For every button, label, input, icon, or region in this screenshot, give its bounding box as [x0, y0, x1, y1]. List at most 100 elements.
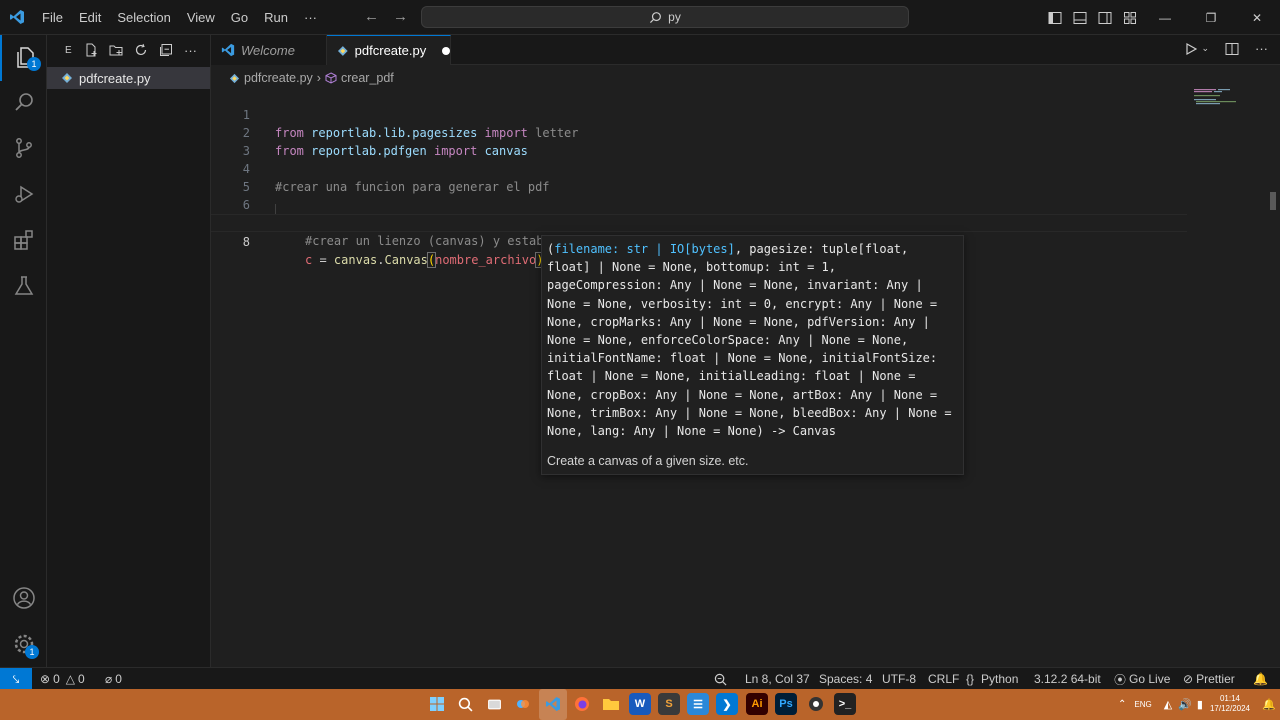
forward-arrow-icon[interactable]: →: [393, 8, 408, 25]
manage-activity[interactable]: 1: [0, 621, 47, 667]
unsaved-dot-icon[interactable]: [442, 46, 450, 55]
menu-go[interactable]: Go: [223, 10, 256, 25]
terminal-icon[interactable]: >_: [834, 693, 856, 715]
code-line-5[interactable]: 5: [211, 160, 1187, 194]
vscode-taskbar-icon[interactable]: [542, 693, 564, 715]
clock-time: 01:14: [1219, 694, 1241, 703]
breadcrumb-symbol[interactable]: crear_pdf: [341, 71, 394, 85]
menu-selection[interactable]: Selection: [109, 10, 178, 25]
file-item-pdfcreate[interactable]: pdfcreate.py: [47, 67, 210, 89]
source-control-icon: [15, 138, 32, 158]
file-item-label: pdfcreate.py: [79, 70, 151, 86]
code-line-4[interactable]: 4 #crear una funcion para generar el pdf: [211, 142, 1187, 194]
breadcrumb: pdfcreate.py › crear_pdf: [211, 67, 394, 89]
tab-pdfcreate[interactable]: pdfcreate.py: [327, 35, 451, 65]
toggle-panel-icon[interactable]: [1067, 0, 1092, 35]
error-count: 0: [53, 672, 60, 686]
toggle-secondary-sidebar-icon[interactable]: [1092, 0, 1117, 35]
accounts-activity[interactable]: [0, 575, 47, 621]
sublime-icon[interactable]: S: [658, 693, 680, 715]
run-icon[interactable]: [1185, 42, 1198, 55]
command-center-search[interactable]: py: [421, 6, 909, 28]
menu-view[interactable]: View: [179, 10, 223, 25]
code-line-2[interactable]: 2 from reportlab.pdfgen import canvas: [211, 106, 1187, 158]
chevron-down-icon[interactable]: ⌄: [1201, 43, 1209, 54]
more-actions-icon[interactable]: ···: [184, 43, 197, 58]
go-live-button[interactable]: ⦿ Go Live: [1114, 668, 1170, 690]
zoom-icon[interactable]: [714, 668, 727, 690]
scrollbar-indicator[interactable]: [1270, 192, 1276, 210]
back-arrow-icon[interactable]: ←: [364, 8, 379, 25]
clock[interactable]: 01:14 17/12/2024: [1204, 694, 1256, 714]
signature-doc: Create a canvas of a given size. etc.: [547, 454, 749, 468]
notification-bell-icon[interactable]: 🔔: [1262, 689, 1276, 720]
code-line-8[interactable]: 8 c = canvas.Canvas(nombre_archivo): [211, 214, 1187, 268]
firefox-icon[interactable]: [571, 693, 593, 715]
volume-icon[interactable]: 🔊: [1178, 698, 1192, 711]
language-status[interactable]: {} Python: [966, 668, 1018, 690]
tab-pdfcreate-label: pdfcreate.py: [354, 43, 427, 58]
tab-welcome[interactable]: Welcome: [211, 35, 327, 65]
indentation-status[interactable]: Spaces: 4: [819, 668, 872, 690]
prettier-status[interactable]: ⊘ Prettier: [1183, 668, 1235, 690]
keyboard-language[interactable]: ENG: [1134, 700, 1151, 709]
wifi-icon[interactable]: ◭: [1164, 698, 1172, 711]
ports-status[interactable]: ⌀ 0: [105, 668, 122, 690]
menu-edit[interactable]: Edit: [71, 10, 109, 25]
chevron-up-icon[interactable]: ⌃: [1118, 699, 1126, 710]
close-icon[interactable]: ✕: [1234, 0, 1280, 35]
vscode-logo-icon: [0, 0, 34, 35]
minimize-icon[interactable]: —: [1142, 0, 1188, 35]
problems-status[interactable]: ⊗ 0 △ 0: [40, 668, 85, 690]
word-icon[interactable]: W: [629, 693, 651, 715]
notifications-bell-icon[interactable]: 🔔: [1253, 668, 1268, 690]
chrome-icon[interactable]: [805, 693, 827, 715]
split-editor-icon[interactable]: [1225, 42, 1239, 56]
cursor-position[interactable]: Ln 8, Col 37: [745, 668, 810, 690]
search-activity[interactable]: [0, 79, 47, 125]
menu-run[interactable]: Run: [256, 10, 296, 25]
more-actions-icon[interactable]: ···: [1255, 41, 1268, 56]
module-ref: canvas: [333, 253, 378, 267]
menu-file[interactable]: File: [34, 10, 71, 25]
windows-start-icon[interactable]: [426, 693, 448, 715]
eol-status[interactable]: CRLF: [928, 668, 959, 690]
code-line-3[interactable]: 3: [211, 124, 1187, 158]
illustrator-icon[interactable]: Ai: [746, 693, 768, 715]
collapse-all-icon[interactable]: [159, 43, 173, 57]
widgets-icon[interactable]: [512, 693, 534, 715]
vscode-icon: [221, 43, 235, 57]
interpreter-status[interactable]: 3.12.2 64-bit: [1034, 668, 1101, 690]
code-line-1[interactable]: 1 from reportlab.lib.pagesizes import le…: [211, 88, 1187, 140]
battery-icon[interactable]: ▮: [1197, 698, 1203, 711]
new-folder-icon[interactable]: [109, 43, 123, 57]
run-debug-activity[interactable]: [0, 171, 47, 217]
source-control-activity[interactable]: [0, 125, 47, 171]
code-line-6[interactable]: 6 def crear_pdf(nombre_archivo):: [211, 178, 1187, 230]
photoshop-icon[interactable]: Ps: [775, 693, 797, 715]
encoding-status[interactable]: UTF-8: [882, 668, 916, 690]
new-file-icon[interactable]: [84, 43, 98, 57]
explorer-activity[interactable]: 1: [0, 35, 47, 81]
search-text: py: [668, 10, 681, 24]
task-view-icon[interactable]: [483, 693, 505, 715]
restore-icon[interactable]: ❐: [1188, 0, 1234, 35]
search-icon: [650, 11, 662, 23]
warning-icon: △: [65, 672, 75, 686]
customize-layout-icon[interactable]: [1117, 0, 1142, 35]
taskbar-search-icon[interactable]: [454, 693, 476, 715]
code-line-7[interactable]: 7 #crear un lienzo (canvas) y establecer…: [211, 196, 1187, 248]
minimap[interactable]: [1190, 88, 1266, 108]
menu-more[interactable]: ···: [296, 10, 325, 25]
prettier-label: Prettier: [1196, 672, 1235, 686]
explorer-sidebar: E ··· pdfcreate.py: [47, 35, 211, 667]
notepad-icon[interactable]: ☰: [687, 693, 709, 715]
file-explorer-icon[interactable]: [600, 693, 622, 715]
breadcrumb-file[interactable]: pdfcreate.py: [244, 71, 313, 85]
extensions-activity[interactable]: [0, 217, 47, 263]
toggle-sidebar-icon[interactable]: [1042, 0, 1067, 35]
powershell-icon[interactable]: ❯: [716, 693, 738, 715]
refresh-icon[interactable]: [134, 43, 148, 57]
remote-icon[interactable]: ⤥: [0, 668, 32, 690]
testing-activity[interactable]: [0, 263, 47, 309]
